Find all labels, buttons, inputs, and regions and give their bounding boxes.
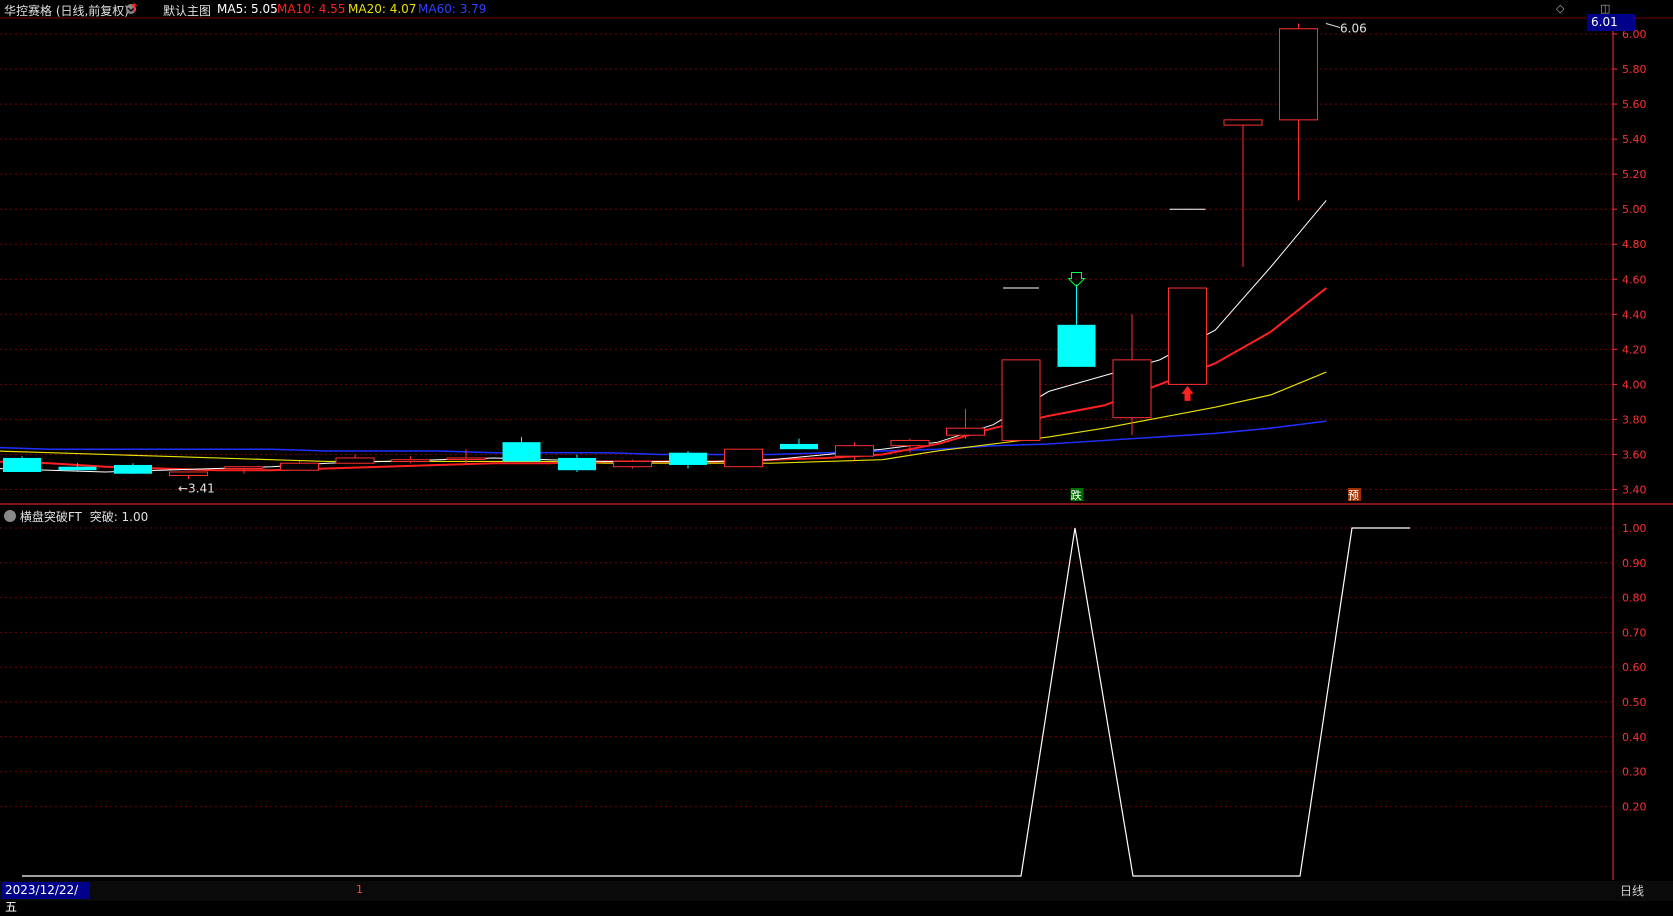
candle-body-up — [446, 457, 486, 460]
high-price-label: 6.06 — [1340, 22, 1367, 36]
price-tick-label: 5.60 — [1622, 98, 1647, 111]
candle-body-up — [169, 471, 208, 476]
candle-body-down — [1057, 324, 1096, 367]
indicator-tick-label: 0.20 — [1622, 800, 1647, 813]
indicator-tick-label: 0.80 — [1622, 592, 1647, 605]
candle-body-up — [391, 459, 430, 462]
price-tick-label: 5.80 — [1622, 63, 1647, 76]
indicator-tick-label: 0.60 — [1622, 661, 1647, 674]
candle-body-up — [613, 460, 652, 468]
indicator-value: 突破: 1.00 — [89, 510, 149, 524]
candle-body-up — [724, 448, 763, 468]
indicator-title[interactable]: 横盘突破FT — [20, 510, 82, 524]
signal-up-label: 预 — [1348, 489, 1359, 502]
candle-body-up — [1112, 359, 1152, 419]
indicator-toggle-icon[interactable] — [4, 510, 16, 522]
price-tick-label: 4.00 — [1622, 378, 1647, 391]
candle-body-down — [114, 464, 152, 474]
low-price-label: ←3.41 — [178, 482, 215, 496]
indicator-tick-label: 1.00 — [1622, 522, 1647, 535]
candle-body-up — [280, 462, 319, 471]
price-tick-label: 3.40 — [1622, 483, 1647, 496]
price-tick-label: 5.40 — [1622, 133, 1647, 146]
price-tick-label: 3.60 — [1622, 448, 1647, 461]
chart-canvas[interactable]: 6.005.805.605.405.205.004.804.604.404.20… — [0, 0, 1673, 901]
candle-body-down — [502, 442, 541, 462]
time-axis-bar[interactable]: 2023/12/22/五 1 日线 — [0, 881, 1673, 914]
date-label: 2023/12/22/五 — [2, 882, 90, 914]
candle-body-down — [669, 452, 707, 465]
indicator-tick-label: 0.70 — [1622, 626, 1647, 639]
candle-body-up — [835, 445, 874, 457]
price-tick-label: 4.40 — [1622, 308, 1647, 321]
signal-down-label: 跌 — [1071, 488, 1082, 502]
price-tick-label: 4.80 — [1622, 238, 1647, 251]
candle-body-down — [3, 457, 41, 472]
price-tick-label: 5.00 — [1622, 203, 1647, 216]
candle-body-up — [224, 466, 264, 469]
candle-body-up — [1168, 287, 1207, 385]
price-tick-label: 4.20 — [1622, 343, 1647, 356]
indicator-tick-label: 0.90 — [1622, 557, 1647, 570]
candle-body-down — [780, 443, 818, 450]
indicator-tick-label: 0.30 — [1622, 766, 1647, 779]
red-up-arrow-icon — [1181, 385, 1194, 401]
ma5-line — [0, 200, 1327, 473]
candle-body-up — [1223, 119, 1263, 126]
period-label[interactable]: 日线 — [1620, 882, 1644, 899]
indicator-header: 横盘突破FT 突破: 1.00 — [4, 508, 148, 525]
price-tick-label: 5.20 — [1622, 168, 1647, 181]
price-tick-label: 4.60 — [1622, 273, 1647, 286]
ma60-line — [0, 420, 1327, 456]
candle-body-up — [335, 457, 375, 464]
candle-body-down — [58, 466, 97, 471]
indicator-tick-label: 0.40 — [1622, 731, 1647, 744]
indicator-tick-label: 0.50 — [1622, 696, 1647, 709]
candle-body-down — [558, 457, 596, 471]
current-price-tag: 6.01 — [1587, 14, 1635, 31]
candle-body-up — [890, 439, 930, 447]
candle-body-up — [1279, 28, 1318, 121]
high-price-pointer — [1325, 23, 1341, 28]
time-marker: 1 — [356, 883, 363, 896]
price-tick-label: 3.80 — [1622, 413, 1647, 426]
candle-body-up — [1001, 359, 1041, 441]
candle-body-up — [946, 427, 985, 436]
